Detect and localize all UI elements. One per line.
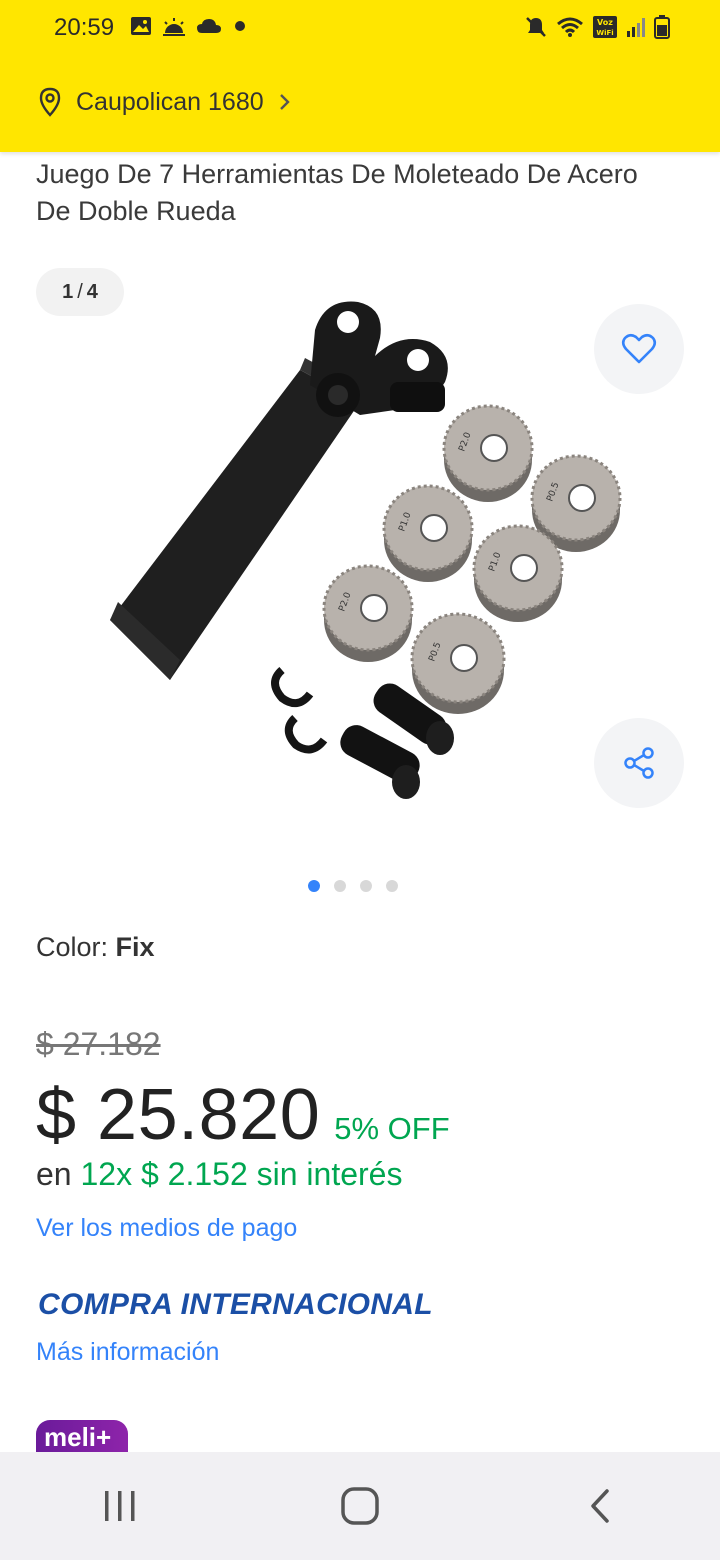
gallery-separator: /	[77, 280, 83, 303]
signal-icon	[627, 18, 645, 37]
price-row: $ 25.820 5% OFF	[36, 1074, 450, 1156]
location-text: Caupolican 1680	[76, 87, 264, 116]
volte-voz-label: Voz	[597, 18, 613, 27]
installments: en 12x $ 2.152 sin interés	[36, 1156, 402, 1193]
gallery-dot-1[interactable]	[308, 880, 320, 892]
knurling-roller: P0.5	[410, 612, 506, 714]
system-navbar	[0, 1452, 720, 1560]
gallery-dot-3[interactable]	[360, 880, 372, 892]
chevron-right-icon	[279, 94, 290, 110]
location-pin-icon	[39, 87, 61, 117]
share-button[interactable]	[594, 718, 684, 808]
status-right-icons: Voz WiFi	[524, 15, 670, 39]
heart-icon	[621, 333, 657, 364]
wifi-icon	[557, 17, 583, 37]
header-bar: 20:59 Voz WiFi Caupolican 1680	[0, 0, 720, 152]
favorite-button[interactable]	[594, 304, 684, 394]
color-label: Color:	[36, 932, 109, 962]
color-value: Fix	[115, 932, 155, 962]
volte-icon: Voz WiFi	[593, 16, 617, 38]
status-bar: 20:59 Voz WiFi	[0, 0, 720, 56]
gallery-dot-2[interactable]	[334, 880, 346, 892]
cloud-icon	[197, 19, 221, 33]
gallery-current: 1	[62, 280, 74, 303]
gallery-dot-4[interactable]	[386, 880, 398, 892]
payment-methods-link[interactable]: Ver los medios de pago	[36, 1214, 297, 1243]
volte-wifi-label: WiFi	[596, 29, 613, 37]
color-variant: Color: Fix	[36, 932, 155, 963]
battery-icon	[654, 15, 670, 39]
status-time: 20:59	[54, 14, 115, 41]
back-icon	[591, 1489, 609, 1523]
gallery-total: 4	[86, 280, 98, 303]
original-price: $ 27.182	[36, 1026, 161, 1062]
e-clips	[271, 666, 328, 754]
notification-dot-icon	[235, 21, 245, 31]
installments-detail: 12x $ 2.152 sin interés	[80, 1156, 403, 1192]
gallery-pagination	[308, 880, 398, 892]
mute-icon	[526, 17, 546, 37]
weather-sun-icon	[163, 18, 185, 36]
international-purchase-label: COMPRA INTERNACIONAL	[38, 1288, 433, 1321]
current-price: $ 25.820	[36, 1075, 321, 1155]
recents-icon	[105, 1491, 135, 1521]
knurling-rollers: P2.0P0.5P1.0P1.0P2.0P0.5	[322, 404, 622, 714]
discount-badge: 5% OFF	[334, 1111, 450, 1146]
product-image[interactable]: P2.0P0.5P1.0P1.0P2.0P0.5	[100, 290, 640, 820]
recents-button[interactable]	[75, 1461, 165, 1551]
knurling-roller: P2.0	[442, 404, 534, 502]
back-button[interactable]	[555, 1461, 645, 1551]
installments-prefix: en	[36, 1156, 72, 1192]
home-icon	[341, 1487, 379, 1525]
location-selector[interactable]: Caupolican 1680	[38, 82, 292, 122]
image-icon	[131, 17, 151, 35]
home-button[interactable]	[315, 1461, 405, 1551]
status-left-icons	[130, 16, 248, 36]
knurling-roller: P2.0	[322, 564, 414, 662]
more-info-link[interactable]: Más información	[36, 1338, 219, 1367]
knurling-roller: P1.0	[472, 524, 564, 622]
meli-plus-badge: meli+	[36, 1420, 128, 1454]
knurling-roller: P1.0	[382, 484, 474, 582]
product-title: Juego De 7 Herramientas De Moleteado De …	[36, 159, 638, 226]
share-icon	[624, 747, 654, 779]
